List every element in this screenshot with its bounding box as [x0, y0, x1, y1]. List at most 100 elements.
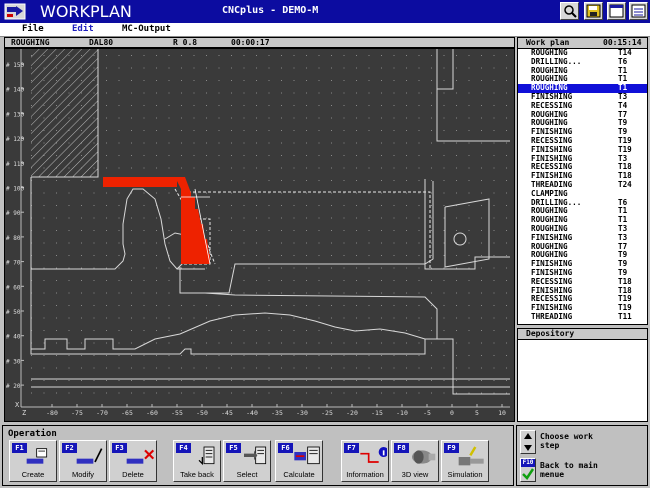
- workplan-time: 00:15:14: [603, 38, 642, 47]
- z-tick-label: -55: [171, 409, 183, 417]
- fbutton-label: Calculate: [283, 470, 315, 479]
- z-tick-label: -75: [71, 409, 83, 417]
- depository-header: Depository: [517, 328, 648, 340]
- menu-file[interactable]: File: [22, 24, 44, 34]
- workplan-op: THREADING: [531, 311, 573, 321]
- x-tick-label: # 30: [6, 358, 21, 365]
- select-icon: [244, 446, 267, 465]
- x-tick-label: # 50: [6, 309, 21, 316]
- x-axis-label: X: [15, 401, 20, 409]
- fbutton-label: Select: [236, 470, 258, 479]
- information-button[interactable]: F7 Information: [341, 440, 389, 482]
- f10-key: F10: [521, 459, 535, 467]
- modify-button[interactable]: F2 Modify: [59, 440, 107, 482]
- z-tick-label: -5: [423, 409, 431, 417]
- x-tick-label: # 150: [6, 62, 24, 69]
- 3d-view-button[interactable]: F8 3D view: [391, 440, 439, 482]
- operation-panel: Operation F1 Create F2 Modify F3 Delete F4 Take…: [2, 425, 514, 486]
- x-tick-label: # 130: [6, 111, 24, 118]
- highlighted-toolpath: [103, 177, 210, 264]
- simulation-button[interactable]: F9 Simulation: [441, 440, 489, 482]
- z-tick-label: -10: [396, 409, 408, 417]
- status-time: 00:00:17: [231, 38, 270, 47]
- choose-step-label: Choose work step: [540, 432, 593, 450]
- x-tick-label: # 140: [6, 87, 24, 94]
- x-tick-label: # 100: [6, 186, 24, 193]
- app-logo-icon: [4, 3, 26, 20]
- workplan-row[interactable]: THREADING T11: [518, 311, 647, 322]
- f10-button[interactable]: F10: [520, 458, 536, 482]
- depository-title: Depository: [526, 329, 575, 338]
- grid-dots: [31, 55, 507, 394]
- workplan-list[interactable]: ROUGHING T14 DRILLING... T6 ROUGHING T1 ROUGHI…: [517, 49, 648, 325]
- operation-title: Operation: [8, 429, 57, 439]
- z-tick-label: -80: [46, 409, 58, 417]
- fbutton-label: Delete: [122, 470, 144, 479]
- z-tick-label: -70: [96, 409, 108, 417]
- zoom-button[interactable]: [560, 2, 579, 20]
- disk-icon: [586, 4, 601, 18]
- list-button[interactable]: [629, 2, 648, 20]
- menu-bar: File Edit MC-Output: [0, 23, 650, 37]
- magnifier-icon: [564, 5, 577, 18]
- workplan-title: Work plan: [526, 38, 570, 47]
- choose-step-button[interactable]: [520, 430, 536, 454]
- z-tick-label: -65: [121, 409, 133, 417]
- check-icon: [522, 468, 535, 480]
- x-tick-label: # 60: [6, 284, 21, 291]
- tool-boundary: [174, 188, 431, 269]
- z-tick-label: -15: [371, 409, 383, 417]
- take-back-button[interactable]: F4 Take back: [173, 440, 221, 482]
- delete-icon: [126, 449, 155, 464]
- x-tick-label: # 70: [6, 260, 21, 267]
- fbutton-label: Take back: [180, 470, 214, 479]
- title-bar: WORKPLAN CNCplus - DEMO-M: [0, 0, 650, 23]
- list-icon: [631, 4, 646, 18]
- status-bar: ROUGHING DAL80 R 0.8 00:00:17: [4, 37, 515, 48]
- simulation-graphic[interactable]: -80 -75 -70 -65 -60 -55 -50 -45 -40 -35 -30 -25 -20-…: [4, 48, 515, 422]
- simulation-icon: [458, 446, 484, 466]
- save-button[interactable]: [584, 2, 603, 20]
- calculate-button[interactable]: F6 Calculate: [275, 440, 323, 482]
- fbutton-label: 3D view: [401, 470, 429, 479]
- fbutton-label: Create: [21, 470, 45, 479]
- up-down-arrows-icon: [524, 433, 532, 451]
- x-tick-label: # 40: [6, 334, 21, 341]
- status-radius: R 0.8: [173, 38, 198, 47]
- part-contour: [30, 49, 510, 395]
- x-tick-label: # 20: [6, 383, 21, 390]
- menu-mc-output[interactable]: MC-Output: [122, 24, 171, 34]
- back-to-main-label: Back to main menue: [540, 461, 598, 479]
- depository-area[interactable]: [517, 340, 648, 422]
- modify-icon: [76, 448, 103, 464]
- workplan-header: Work plan 00:15:14: [517, 37, 648, 49]
- z-axis-label: Z: [22, 409, 26, 417]
- fbutton-label: Simulation: [447, 470, 483, 479]
- window-icon: [609, 4, 624, 18]
- z-axis-ticks: -80 -75 -70 -65 -60 -55 -50 -45 -40 -35 -30 -25 -20-…: [46, 404, 506, 417]
- window-title: CNCplus - DEMO-M: [222, 5, 319, 16]
- window-button[interactable]: [607, 2, 626, 20]
- z-tick-label: -35: [271, 409, 283, 417]
- z-tick-label: -30: [296, 409, 308, 417]
- fbutton-label: Information: [346, 470, 384, 479]
- x-tick-label: # 120: [6, 136, 24, 143]
- z-tick-label: 0: [450, 409, 454, 417]
- x-tick-label: # 110: [6, 161, 24, 168]
- z-tick-label: 10: [498, 409, 506, 417]
- workplan-tool: T24: [618, 179, 632, 189]
- z-tick-label: -20: [346, 409, 358, 417]
- z-tick-label: 5: [475, 409, 479, 417]
- create-button[interactable]: F1 Create: [9, 440, 57, 482]
- z-tick-label: -25: [321, 409, 333, 417]
- status-tool: DAL80: [89, 38, 114, 47]
- x-axis-ticks: # 150 # 140 # 130 # 120 # 110 # 100 # 90 # 80 # …: [6, 62, 24, 390]
- status-operation: ROUGHING: [11, 38, 50, 47]
- z-tick-label: -50: [196, 409, 208, 417]
- menu-edit[interactable]: Edit: [72, 24, 94, 34]
- select-button[interactable]: F5 Select: [223, 440, 271, 482]
- delete-button[interactable]: F3 Delete: [109, 440, 157, 482]
- z-tick-label: -45: [221, 409, 233, 417]
- information-icon: [360, 447, 387, 463]
- chuck-hatch: [31, 49, 98, 177]
